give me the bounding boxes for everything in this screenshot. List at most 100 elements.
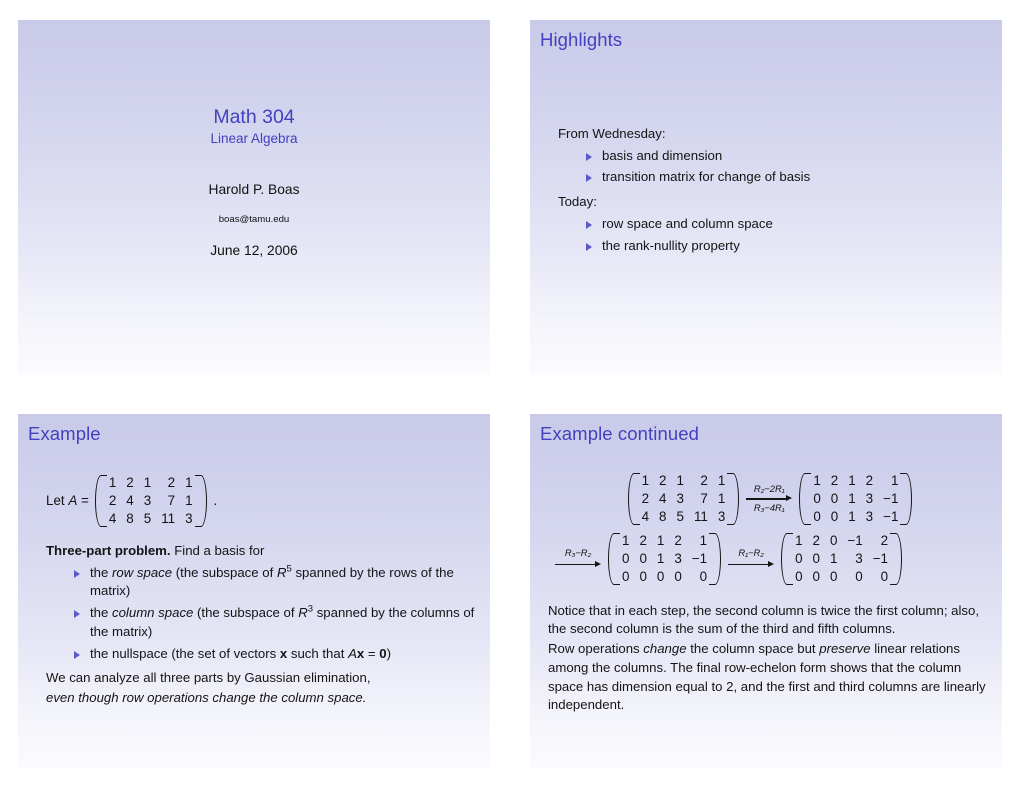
matrix-cell: 1 [848, 473, 856, 488]
matrix-cell: 8 [126, 510, 134, 526]
matrix-cell: 1 [656, 532, 665, 548]
matrix-cell: 2 [865, 473, 874, 488]
list-item-label: transition matrix for change of basis [602, 169, 811, 185]
matrix-cell: 3 [855, 550, 863, 566]
explanation-paragraph-1: Notice that in each step, the second col… [548, 602, 980, 637]
matrix-cell: 2 [639, 532, 647, 548]
matrix-cell: 1 [848, 508, 856, 524]
matrix-cell: 11 [161, 510, 176, 526]
list-item: the row space (the subspace of R5 spanne… [74, 564, 476, 601]
table-row: 0 0 1 3 −1 [808, 508, 903, 526]
slide-example-continued: Example continued 1 2 1 2 1 2 4 3 7 1 4 … [530, 414, 1002, 768]
matrix-cell: 1 [656, 550, 665, 566]
three-part-problem-rest: Find a basis for [170, 542, 265, 558]
example-continued-body: 1 2 1 2 1 2 4 3 7 1 4 8 5 11 3 R₂−2R₁ R₃… [548, 466, 992, 715]
slide-highlights: Highlights From Wednesday: basis and dim… [530, 20, 1002, 374]
matrix-cell: 8 [659, 508, 667, 524]
matrix-cell: 11 [693, 508, 708, 524]
table-row: 1 2 0 −1 2 [790, 532, 893, 550]
matrix-cell: 4 [126, 492, 134, 508]
row-operation-label: R₃−R₂ [564, 547, 592, 559]
symbol-A: A [348, 645, 357, 661]
matrix-right-paren [727, 472, 740, 526]
highlights-lead-from-wednesday: From Wednesday: [558, 126, 666, 141]
matrix-cell: 1 [676, 473, 684, 488]
equals-sign: = [364, 645, 380, 661]
list-item-text: (the subspace of [193, 605, 299, 621]
matrix-cell: 1 [848, 490, 856, 506]
presentation-title: Math 304 [213, 106, 295, 128]
matrix-cell: 7 [700, 490, 708, 506]
slide-example: Example Let A = 1 2 1 2 1 2 4 3 7 1 4 8 … [18, 414, 490, 768]
matrix-right-paren [194, 474, 207, 528]
matrix-cell: 0 [639, 568, 647, 584]
matrix-left-paren [608, 532, 620, 586]
table-row: 1 2 1 2 1 [617, 532, 712, 550]
matrix-step-3-grid: 1 2 0 −1 2 0 0 1 3 −1 0 0 0 0 0 [790, 532, 893, 586]
paragraph-emphasis-change: change [643, 641, 687, 657]
three-part-problem-bold: Three-part problem. [46, 542, 171, 558]
list-item-emphasis: row space [112, 564, 173, 580]
bullet-triangle-icon [586, 242, 592, 251]
matrix-right-paren [890, 532, 903, 586]
list-item-label: basis and dimension [602, 147, 723, 163]
highlights-list-wednesday: basis and dimension transition matrix fo… [558, 147, 988, 187]
matrix-step-0: 1 2 1 2 1 2 4 3 7 1 4 8 5 11 3 [627, 472, 740, 526]
matrix-cell: 5 [143, 510, 152, 526]
list-item: transition matrix for change of basis [586, 168, 988, 187]
list-item: the nullspace (the set of vectors x such… [74, 645, 476, 664]
matrix-cell: 2 [812, 532, 820, 548]
row-operation-1: R₂−2R₁ R₃−4R₁ [746, 483, 793, 515]
paragraph-text: the column space but [686, 641, 820, 657]
matrix-left-paren [627, 472, 640, 526]
table-row: 0 0 0 0 0 [617, 568, 712, 586]
matrix-step-2: 1 2 1 2 1 0 0 1 3 −1 0 0 0 0 0 [608, 532, 722, 586]
list-item: row space and column space [586, 215, 988, 234]
slide-heading-highlights: Highlights [540, 29, 623, 50]
matrix-left-paren [781, 532, 794, 586]
matrix-cell: 3 [676, 490, 684, 506]
matrix-cell: 3 [865, 508, 874, 524]
list-item-label: row space and column space [602, 215, 773, 231]
matrix-period: . [213, 493, 218, 509]
table-row: 4 8 5 11 3 [637, 508, 731, 526]
list-item: basis and dimension [586, 147, 988, 166]
list-item-text: such that [287, 645, 349, 661]
row-operation-label-bottom: R₃−4R₁ [753, 502, 785, 514]
matrix-cell: 0 [674, 568, 682, 584]
list-item: the column space (the subspace of R3 spa… [74, 604, 476, 641]
example-body: Let A = 1 2 1 2 1 2 4 3 7 1 4 8 5 11 3 .… [46, 474, 476, 708]
arrow-right-icon [555, 560, 601, 569]
example-problem-list: the row space (the subspace of R5 spanne… [46, 564, 476, 664]
matrix-right-paren [900, 472, 913, 526]
matrix-cell: 4 [659, 490, 667, 506]
table-row: 2 4 3 7 1 [637, 490, 731, 508]
list-item-label: the rank-nullity property [602, 237, 740, 253]
author-name: Harold P. Boas [208, 182, 300, 198]
table-row: 1 2 1 2 1 [104, 474, 198, 492]
bullet-triangle-icon [586, 174, 592, 183]
list-item: the rank-nullity property [586, 237, 988, 256]
table-row: 0 0 1 3 −1 [790, 550, 893, 568]
row-operation-label: R₁−R₂ [738, 547, 764, 559]
matrix-cell: 2 [659, 473, 667, 488]
let-a-label: Let A = [46, 493, 89, 509]
highlights-lead-today: Today: [558, 194, 597, 210]
elimination-step-row-1: 1 2 1 2 1 2 4 3 7 1 4 8 5 11 3 R₂−2R₁ R₃… [548, 472, 992, 526]
highlights-list-today: row space and column space the rank-null… [558, 215, 988, 255]
slide-heading-example-continued: Example continued [540, 423, 700, 444]
table-row: 0 0 0 0 0 [790, 568, 893, 586]
matrix-cell: 2 [830, 473, 839, 488]
matrix-cell: 0 [812, 550, 820, 566]
list-item-text: the nullspace (the set of vectors [90, 645, 280, 661]
matrix-left-paren [799, 472, 812, 526]
bullet-triangle-icon [586, 152, 592, 161]
bullet-triangle-icon [74, 569, 80, 578]
bullet-triangle-icon [586, 220, 592, 229]
bullet-triangle-icon [74, 650, 80, 659]
symbol-R: R [298, 605, 308, 621]
author-email: boas@tamu.edu [218, 214, 290, 226]
matrix-step-0-grid: 1 2 1 2 1 2 4 3 7 1 4 8 5 11 3 [637, 472, 731, 526]
matrix-cell: 7 [167, 492, 176, 508]
arrow-right-icon [746, 494, 793, 503]
